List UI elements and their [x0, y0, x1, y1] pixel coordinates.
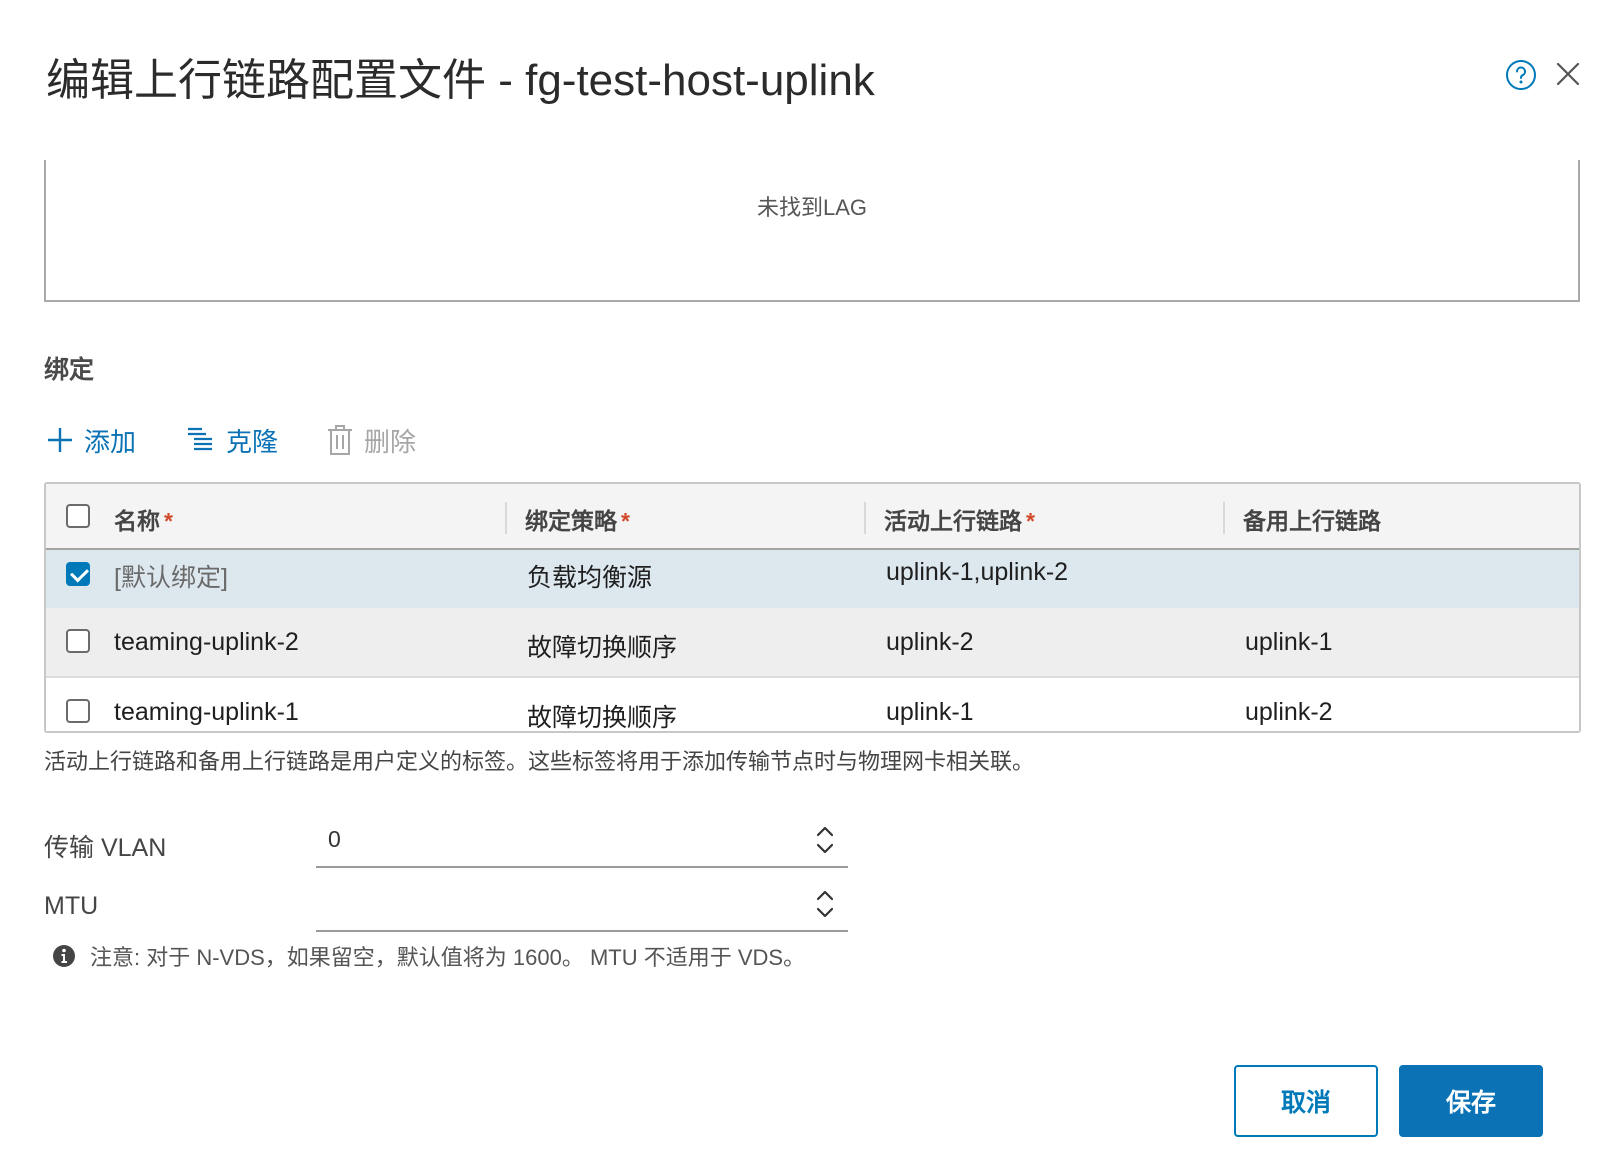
mtu-label: MTU [44, 892, 99, 920]
column-header-name[interactable]: 名称 * [114, 502, 173, 536]
vlan-input[interactable]: 0 [316, 818, 848, 868]
grid-header: 名称 * 绑定策略 * 活动上行链路 * 备用上行链路 [46, 484, 1579, 550]
row-name: teaming-uplink-2 [114, 628, 299, 656]
column-header-policy[interactable]: 绑定策略 * [525, 502, 630, 536]
lag-panel: 未找到LAG [44, 160, 1580, 302]
add-teaming-button[interactable]: 添加 [46, 420, 136, 460]
required-marker: * [621, 508, 630, 534]
column-policy-label: 绑定策略 [525, 508, 617, 534]
lag-empty-message: 未找到LAG [756, 195, 868, 220]
row-checkbox[interactable] [66, 629, 90, 653]
vlan-label: 传输 VLAN [44, 834, 167, 862]
mtu-stepper-icon[interactable] [814, 888, 836, 920]
row-policy: 负载均衡源 [527, 564, 653, 592]
table-row[interactable]: teaming-uplink-2 故障切换顺序 uplink-2 uplink-… [46, 608, 1579, 678]
clone-teaming-button[interactable]: 克隆 [186, 420, 278, 460]
vlan-value: 0 [328, 826, 341, 852]
column-header-standby[interactable]: 备用上行链路 [1243, 502, 1385, 536]
row-policy: 故障切换顺序 [527, 634, 678, 662]
delete-label: 删除 [364, 426, 417, 457]
plus-icon [48, 428, 72, 452]
trash-icon [328, 425, 352, 455]
column-resizer[interactable] [505, 502, 507, 534]
cancel-button[interactable]: 取消 [1234, 1065, 1378, 1137]
info-icon [53, 945, 75, 967]
clone-label: 克隆 [226, 426, 279, 457]
delete-teaming-button[interactable]: 删除 [326, 420, 416, 460]
dialog-title: 编辑上行链路配置文件 - fg-test-host-uplink [46, 56, 875, 105]
column-standby-label: 备用上行链路 [1243, 508, 1381, 534]
row-policy: 故障切换顺序 [527, 704, 678, 732]
column-header-active[interactable]: 活动上行链路 * [884, 502, 1035, 536]
mtu-note-text: 注意: 对于 N-VDS，如果留空，默认值将为 1600。 MTU 不适用于 V… [90, 945, 806, 970]
add-label: 添加 [84, 426, 137, 457]
required-marker: * [1026, 508, 1035, 534]
column-resizer[interactable] [1223, 502, 1225, 534]
row-checkbox[interactable] [66, 699, 90, 723]
row-active-uplinks: uplink-1,uplink-2 [886, 558, 1069, 586]
row-name: teaming-uplink-1 [114, 698, 299, 726]
column-name-label: 名称 [114, 508, 160, 534]
table-row[interactable]: teaming-uplink-1 故障切换顺序 uplink-1 uplink-… [46, 678, 1579, 732]
clone-icon [188, 427, 212, 451]
vlan-stepper-icon[interactable] [814, 824, 836, 856]
row-active-uplinks: uplink-2 [886, 628, 974, 656]
select-all-checkbox[interactable] [66, 504, 90, 528]
mtu-input[interactable] [316, 882, 848, 932]
uplink-hint-text: 活动上行链路和备用上行链路是用户定义的标签。这些标签将用于添加传输节点时与物理网… [44, 749, 1035, 774]
help-icon[interactable] [1505, 59, 1537, 91]
row-name: [默认绑定] [114, 564, 228, 592]
mtu-note: 注意: 对于 N-VDS，如果留空，默认值将为 1600。 MTU 不适用于 V… [52, 940, 805, 972]
row-standby-uplinks: uplink-1 [1245, 628, 1333, 656]
row-active-uplinks: uplink-1 [886, 698, 974, 726]
row-checkbox[interactable] [66, 562, 90, 586]
teaming-grid: 名称 * 绑定策略 * 活动上行链路 * 备用上行链路 [默认绑定] 负载均衡源 up… [44, 482, 1581, 733]
teaming-section-title: 绑定 [44, 356, 95, 384]
row-standby-uplinks: uplink-2 [1245, 698, 1333, 726]
close-icon[interactable] [1554, 60, 1582, 88]
required-marker: * [164, 508, 173, 534]
column-resizer[interactable] [864, 502, 866, 534]
save-button[interactable]: 保存 [1399, 1065, 1543, 1137]
column-active-label: 活动上行链路 [884, 508, 1022, 534]
